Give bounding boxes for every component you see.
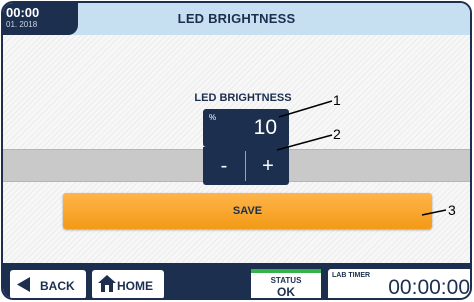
brightness-value: 10 (253, 116, 277, 139)
callout-3: 3 (448, 202, 456, 218)
setting-label: LED BRIGHTNESS (194, 92, 292, 104)
status-indicator[interactable]: STATUS OK (251, 269, 321, 299)
status-value: OK (277, 285, 295, 299)
device-screen: 00:00 01. 2018 LED BRIGHTNESS LED BRIGHT… (1, 1, 472, 300)
callout-1: 1 (333, 92, 341, 108)
brightness-stepper: - + (203, 147, 289, 185)
timer-title: LAB TIMER (332, 272, 371, 279)
page-title: LED BRIGHTNESS (177, 11, 296, 26)
home-label: HOME (117, 279, 153, 293)
lab-timer[interactable]: LAB TIMER 00:00:00 (328, 269, 470, 299)
unit-label: % (209, 113, 217, 122)
stepper-divider (245, 151, 246, 181)
increase-button[interactable]: + (247, 147, 289, 185)
header-bar: 00:00 01. 2018 LED BRIGHTNESS (3, 3, 470, 36)
callout-2: 2 (333, 126, 341, 142)
triangle-left-icon (17, 277, 30, 292)
save-button[interactable]: SAVE (63, 193, 432, 229)
home-icon (98, 275, 116, 292)
value-display[interactable]: % 10 (203, 109, 289, 147)
home-button[interactable]: HOME (92, 270, 164, 298)
back-button[interactable]: BACK (10, 270, 86, 298)
footer-bar: BACK HOME STATUS OK LAB TIMER 00:00:00 (3, 263, 470, 299)
back-label: BACK (40, 279, 75, 293)
content-area: LED BRIGHTNESS % 10 - + SAVE (3, 35, 470, 263)
timer-value: 00:00:00 (388, 276, 470, 299)
decrease-button[interactable]: - (203, 147, 245, 185)
